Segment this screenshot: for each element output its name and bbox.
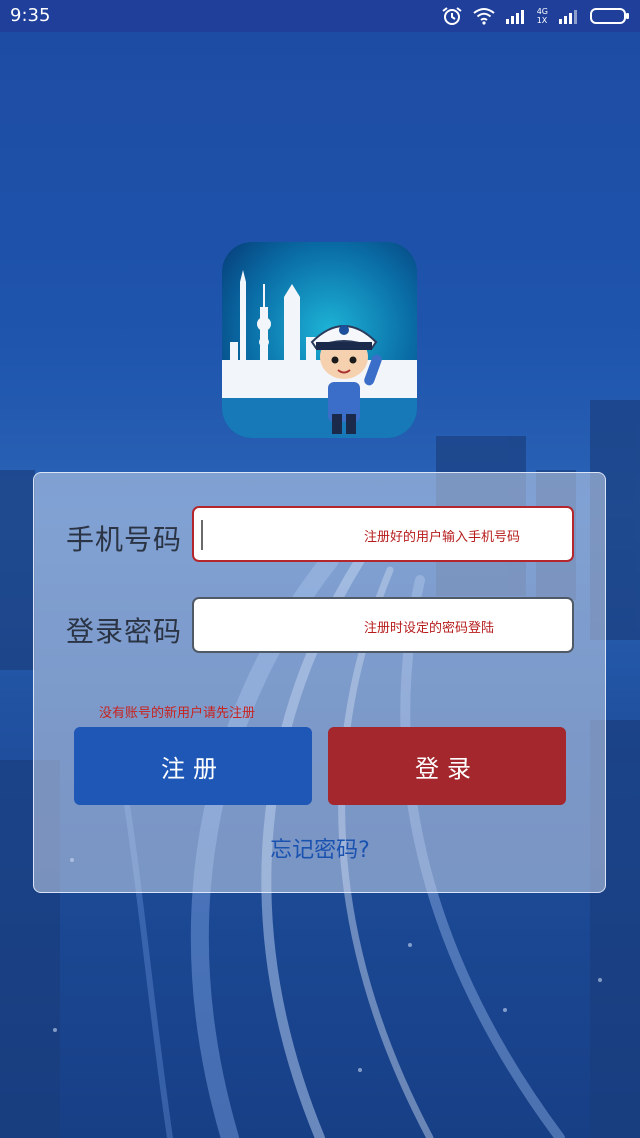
alarm-icon <box>442 7 462 25</box>
register-button[interactable]: 注册 <box>74 727 312 805</box>
login-button-label: 登录 <box>415 754 479 783</box>
network-type-bottom: 1X <box>536 16 548 25</box>
signal-icon <box>505 10 524 24</box>
status-bar: 9:35 4G 1X <box>0 0 640 32</box>
password-input[interactable]: 注册时设定的密码登陆 <box>192 597 574 653</box>
network-type-label: 4G 1X <box>537 7 548 25</box>
password-placeholder: 注册时设定的密码登陆 <box>364 621 495 636</box>
register-button-label: 注册 <box>161 754 225 783</box>
app-logo <box>222 242 417 438</box>
signal-icon <box>559 10 577 24</box>
traffic-police-cartoon-logo <box>222 242 417 438</box>
status-time: 9:35 <box>10 5 51 26</box>
text-cursor <box>201 520 203 550</box>
phone-input[interactable]: 注册好的用户输入手机号码 <box>192 506 574 562</box>
forgot-password-link[interactable]: 忘记密码? <box>0 832 640 864</box>
password-label: 登录密码 <box>66 615 183 648</box>
register-hint: 没有账号的新用户请先注册 <box>99 706 256 721</box>
battery-icon <box>590 8 629 24</box>
phone-placeholder: 注册好的用户输入手机号码 <box>364 530 521 545</box>
network-type-top: 4G <box>536 7 548 16</box>
login-button[interactable]: 登录 <box>328 727 566 805</box>
wifi-icon <box>473 8 495 25</box>
forgot-password-text: 忘记密码? <box>270 838 370 863</box>
phone-label: 手机号码 <box>66 523 183 556</box>
